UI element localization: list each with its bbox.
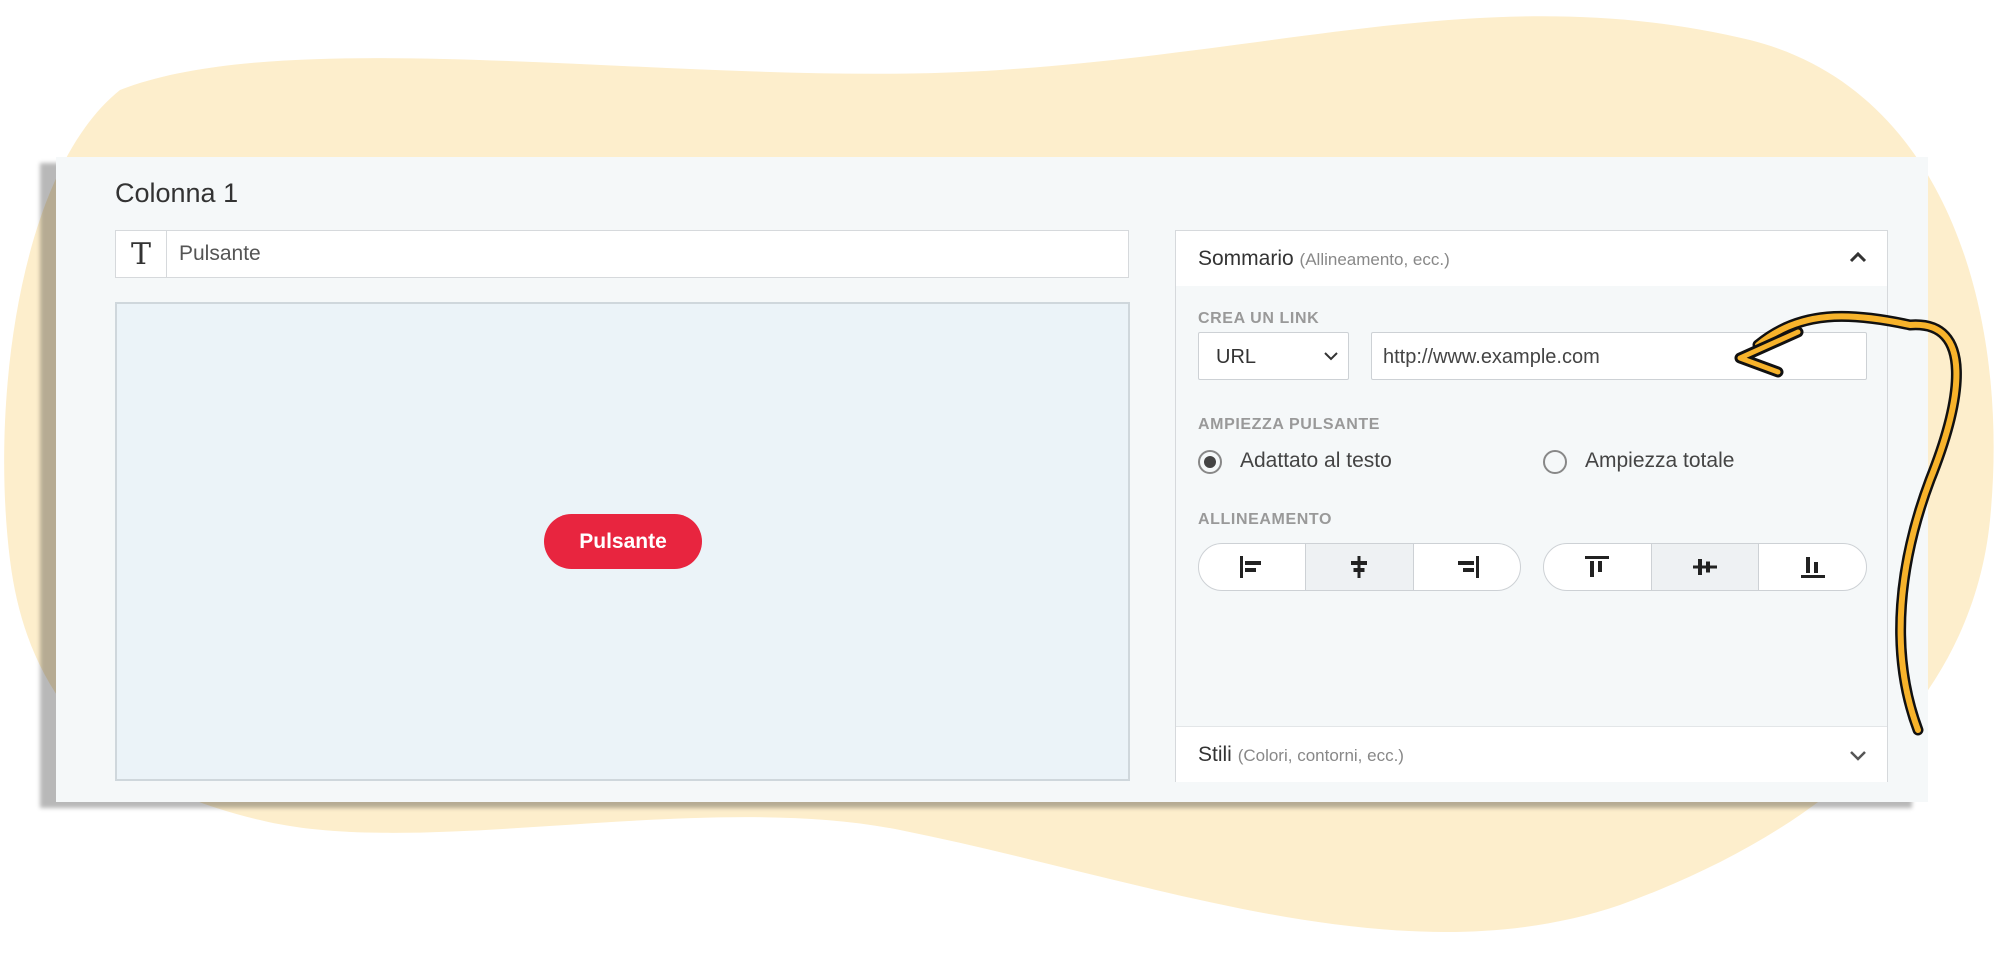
column-title: Colonna 1 [115,178,239,208]
align-middle-button[interactable] [1651,544,1760,590]
radio-full-width[interactable] [1543,450,1567,474]
radio-fit-text-label: Adattato al testo [1240,449,1392,472]
radio-selected-dot [1204,456,1216,468]
text-type-icon: T [116,231,167,277]
button-text-value: Pulsante [179,242,261,265]
chevron-up-icon[interactable] [1849,251,1867,263]
align-center-button[interactable] [1306,544,1414,590]
preview-button[interactable]: Pulsante [544,514,702,569]
radio-full-width-label: Ampiezza totale [1585,449,1735,472]
horizontal-alignment-group [1198,543,1521,591]
styles-header[interactable]: Stili (Colori, contorni, ecc.) [1176,726,1887,782]
align-left-button[interactable] [1199,544,1307,590]
radio-fit-text[interactable] [1198,450,1222,474]
vertical-alignment-group [1543,543,1867,591]
align-center-icon [1351,556,1368,578]
align-right-icon [1457,556,1479,578]
link-section-label: CREA UN LINK [1198,310,1320,327]
align-left-icon [1240,556,1262,578]
align-top-button[interactable] [1544,544,1652,590]
url-input[interactable]: http://www.example.com [1371,332,1867,380]
link-type-select[interactable]: URL [1198,332,1349,380]
alignment-section-label: ALLINEAMENTO [1198,511,1333,528]
align-right-button[interactable] [1414,544,1520,590]
width-section-label: AMPIEZZA PULSANTE [1198,416,1381,433]
button-text-input[interactable]: T Pulsante [115,230,1129,278]
styles-hint: (Colori, contorni, ecc.) [1237,746,1404,765]
summary-hint: (Allineamento, ecc.) [1299,250,1450,269]
chevron-down-icon [1324,352,1338,361]
chevron-down-icon[interactable] [1849,750,1867,762]
settings-panel: Sommario (Allineamento, ecc.) CREA UN LI… [1175,230,1888,782]
align-middle-icon [1693,559,1717,575]
link-type-value: URL [1216,346,1257,368]
url-input-value: http://www.example.com [1383,346,1600,368]
align-bottom-icon [1800,557,1825,578]
summary-title: Sommario (Allineamento, ecc.) [1198,247,1450,270]
summary-header[interactable]: Sommario (Allineamento, ecc.) [1176,231,1887,286]
align-bottom-button[interactable] [1759,544,1866,590]
align-top-icon [1585,556,1610,577]
styles-title: Stili (Colori, contorni, ecc.) [1198,743,1404,766]
